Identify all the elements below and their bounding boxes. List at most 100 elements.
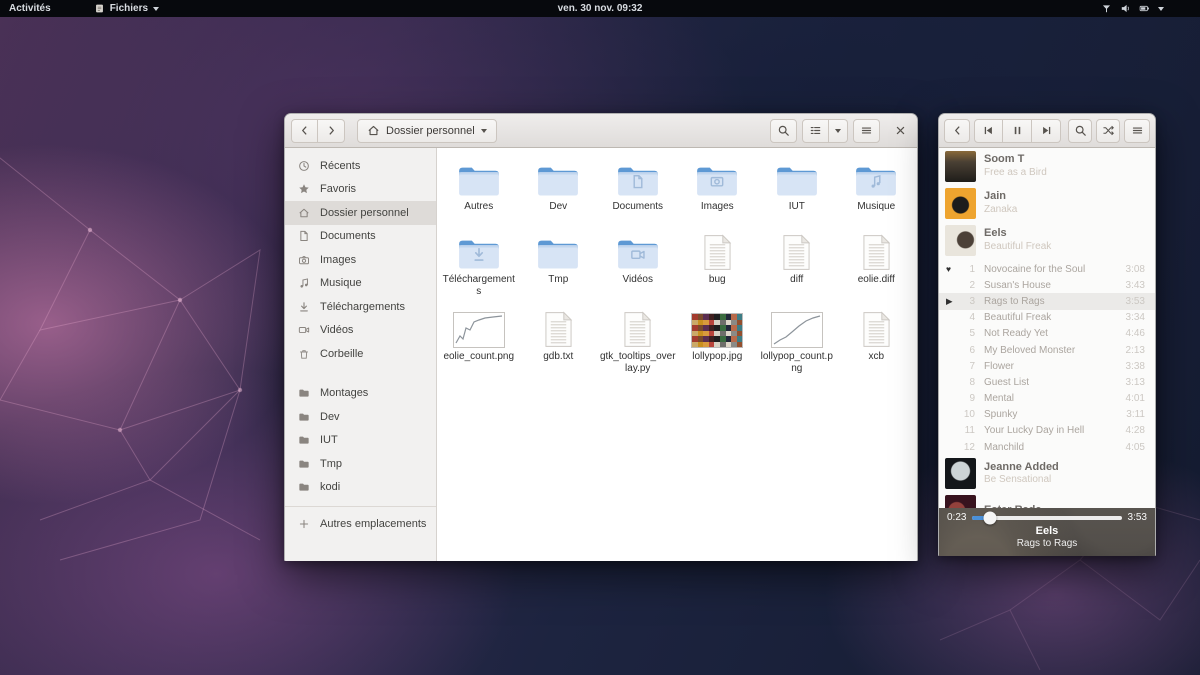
file-item-gdb-txt[interactable]: gdb.txt xyxy=(519,305,599,363)
track-row-my-beloved-monster[interactable]: 6 My Beloved Monster 2:13 xyxy=(939,342,1155,358)
file-name-label: xcb xyxy=(868,351,885,362)
artist-name: Eels xyxy=(984,227,1007,240)
track-row-flower[interactable]: 7 Flower 3:38 xyxy=(939,358,1155,374)
view-dropdown-button[interactable] xyxy=(829,118,848,143)
track-row-your-lucky-day-in-hell[interactable]: 11 Your Lucky Day in Hell 4:28 xyxy=(939,423,1155,439)
player-back-button[interactable] xyxy=(944,118,970,143)
artist-row-jeanne-added[interactable]: Jeanne Added Be Sensational xyxy=(939,455,1155,492)
track-title: Mental xyxy=(984,393,1015,405)
track-row-beautiful-freak[interactable]: 4 Beautiful Freak 3:34 xyxy=(939,310,1155,326)
sidebar-item-iut[interactable]: IUT xyxy=(285,429,436,453)
chevron-right-icon xyxy=(325,124,338,137)
track-row-susan-s-house[interactable]: 2 Susan's House 3:43 xyxy=(939,277,1155,293)
sidebar-item-videos[interactable]: Vidéos xyxy=(285,319,436,343)
activities-button[interactable]: Activités xyxy=(0,0,60,17)
sidebar-item-documents[interactable]: Documents xyxy=(285,225,436,249)
track-row-guest-list[interactable]: 8 Guest List 3:13 xyxy=(939,374,1155,390)
chevron-down-icon xyxy=(835,128,841,133)
system-status-area[interactable] xyxy=(1101,3,1164,14)
forward-button[interactable] xyxy=(318,118,345,143)
file-item-bug[interactable]: bug xyxy=(678,228,758,286)
track-number: 7 xyxy=(969,360,975,372)
track-row-manchild[interactable]: 12 Manchild 4:05 xyxy=(939,439,1155,455)
file-item-dev[interactable]: Dev xyxy=(519,155,599,213)
sidebar-item-images[interactable]: Images xyxy=(285,248,436,272)
track-title: Novocaine for the Soul xyxy=(984,263,1086,275)
sidebar-item-favoris[interactable]: Favoris xyxy=(285,178,436,202)
text-file-icon xyxy=(783,234,811,270)
track-number: 11 xyxy=(964,425,975,437)
file-item-autres[interactable]: Autres xyxy=(439,155,519,213)
seek-slider-knob[interactable] xyxy=(983,511,997,524)
next-track-button[interactable] xyxy=(1032,118,1061,143)
file-item-lollypop-jpg[interactable]: lollypop.jpg xyxy=(678,305,758,363)
view-options xyxy=(802,118,848,143)
sidebar-separator xyxy=(285,506,436,507)
file-item-diff[interactable]: diff xyxy=(757,228,837,286)
pause-button[interactable] xyxy=(1003,118,1032,143)
sidebar-item-other-locations[interactable]: Autres emplacements xyxy=(285,512,436,536)
player-search-button[interactable] xyxy=(1068,118,1092,143)
files-window: Dossier personnel Récents Favoris Dossier … xyxy=(284,113,918,561)
file-item-images[interactable]: Images xyxy=(678,155,758,213)
track-number: 2 xyxy=(969,279,975,291)
file-item-eolie-diff[interactable]: eolie.diff xyxy=(837,228,917,286)
track-row-rags-to-rags[interactable]: ▶ 3 Rags to Rags 3:53 xyxy=(939,293,1155,310)
file-item-lollypop-count-png[interactable]: lollypop_count.png xyxy=(757,305,837,375)
sidebar-item-label: Documents xyxy=(320,230,376,243)
sidebar-item-musique[interactable]: Musique xyxy=(285,272,436,296)
sidebar-item-dossier-personnel[interactable]: Dossier personnel xyxy=(285,201,436,225)
file-item-xcb[interactable]: xcb xyxy=(837,305,917,363)
view-toggle-button[interactable] xyxy=(802,118,829,143)
previous-track-button[interactable] xyxy=(974,118,1003,143)
track-duration: 3:43 xyxy=(1125,279,1145,291)
file-item-tmp[interactable]: Tmp xyxy=(519,228,599,286)
sidebar-item-tmp[interactable]: Tmp xyxy=(285,452,436,476)
clock-button[interactable]: ven. 30 nov. 09:32 xyxy=(558,3,643,14)
sidebar-item-kodi[interactable]: kodi xyxy=(285,476,436,500)
file-item-videos[interactable]: Vidéos xyxy=(598,228,678,286)
file-item-gtk-tooltips-overlay-py[interactable]: gtk_tooltips_overlay.py xyxy=(598,305,678,375)
player-menu-button[interactable] xyxy=(1124,118,1150,143)
sidebar-item-telechargements[interactable]: Téléchargements xyxy=(285,295,436,319)
seek-slider[interactable] xyxy=(972,511,1122,524)
folder-icon xyxy=(856,167,897,196)
track-title: Flower xyxy=(984,360,1015,372)
files-grid: Autres Dev Documents Images IUT Musique xyxy=(437,148,917,561)
artist-row-eels[interactable]: Eels Beautiful Freak xyxy=(939,222,1155,259)
menu-button[interactable] xyxy=(853,118,880,143)
artist-row-jain[interactable]: Jain Zanaka xyxy=(939,185,1155,222)
album-name: Zanaka xyxy=(984,204,1018,216)
sidebar-item-label: Montages xyxy=(320,387,369,400)
file-item-eolie-count-png[interactable]: eolie_count.png xyxy=(439,305,519,363)
home-icon xyxy=(298,207,310,219)
file-item-telechargements[interactable]: Téléchargements xyxy=(439,228,519,298)
file-item-iut[interactable]: IUT xyxy=(757,155,837,213)
sidebar-item-corbeille[interactable]: Corbeille xyxy=(285,342,436,366)
sidebar-item-label: Musique xyxy=(320,277,362,290)
search-button[interactable] xyxy=(770,118,797,143)
track-row-mental[interactable]: 9 Mental 4:01 xyxy=(939,391,1155,407)
close-button[interactable] xyxy=(889,119,911,143)
artist-row-soom-t[interactable]: Soom T Free as a Bird xyxy=(939,148,1155,185)
file-name-label: eolie_count.png xyxy=(443,351,515,362)
image-thumbnail xyxy=(452,312,505,348)
sidebar-item-montages[interactable]: Montages xyxy=(285,382,436,406)
sidebar-item-dev[interactable]: Dev xyxy=(285,405,436,429)
track-row-not-ready-yet[interactable]: 5 Not Ready Yet 4:46 xyxy=(939,326,1155,342)
player-body: Soom T Free as a Bird Jain Zanaka Eels B… xyxy=(939,148,1155,556)
file-name-label: IUT xyxy=(788,201,805,212)
gnome-top-bar: Activités Fichiers ven. 30 nov. 09:32 xyxy=(0,0,1200,17)
path-button[interactable]: Dossier personnel xyxy=(357,118,497,143)
track-row-novocaine-for-the-soul[interactable]: ♥ 1 Novocaine for the Soul 3:08 xyxy=(939,261,1155,277)
album-name: Beautiful Freak xyxy=(984,241,1052,253)
file-item-documents[interactable]: Documents xyxy=(598,155,678,213)
file-item-musique[interactable]: Musique xyxy=(837,155,917,213)
back-button[interactable] xyxy=(291,118,318,143)
sidebar-item-recents[interactable]: Récents xyxy=(285,154,436,178)
shuffle-button[interactable] xyxy=(1096,118,1120,143)
app-menu-button[interactable]: Fichiers xyxy=(88,0,165,17)
file-name-label: Téléchargements xyxy=(442,274,515,297)
track-row-spunky[interactable]: 10 Spunky 3:11 xyxy=(939,407,1155,423)
favorite-heart-icon: ♥ xyxy=(946,263,952,274)
